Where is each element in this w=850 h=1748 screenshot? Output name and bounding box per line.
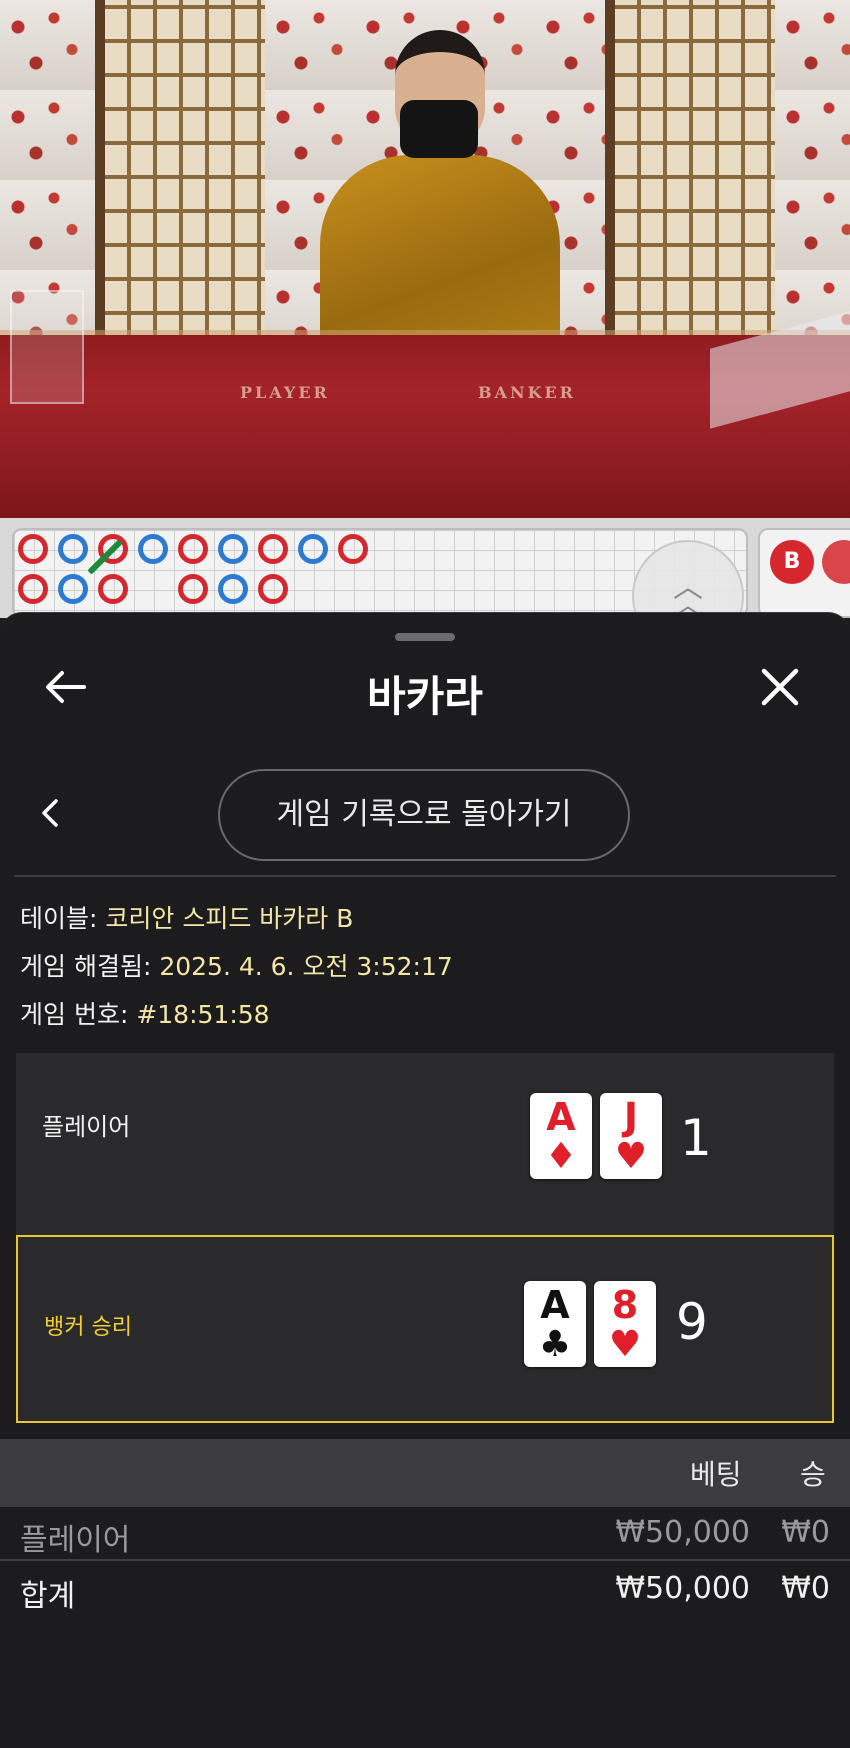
win-column-header: 승 [800,1458,826,1491]
player-hand-label: 플레이어 [42,1113,131,1141]
banker-bead [258,534,288,564]
banker-bead [98,574,128,604]
resolved-info: 게임 해결됨: 2025. 4. 6. 오전 3:52:17 [20,947,453,983]
player-bead [138,534,168,564]
banker-win-label: 뱅커 승리 [44,1315,132,1340]
banker-bead [18,574,48,604]
wall-mural [775,0,850,345]
lattice-screen-left [95,0,275,345]
player-score: 1 [680,1109,712,1167]
resolved-info-label: 게임 해결됨: [20,952,152,981]
game-history-sheet: 바카라 게임 기록으로 돌아가기 테이블: 코리안 스피드 바카라 B 게임 해… [0,612,850,1748]
banker-bead-icon [822,540,850,584]
live-video-feed: PLAYER BANKER [0,0,850,518]
divider [14,875,836,877]
table-row: 플레이어 ₩50,000 ₩0 [0,1507,850,1561]
player-hand-panel: 플레이어 A ♦ J ♥ 1 [16,1053,834,1238]
dealer-body [320,155,560,355]
playing-card: 8 ♥ [594,1281,656,1367]
card-rank: J [623,1095,639,1139]
player-bead [218,534,248,564]
heart-suit-icon: ♥ [608,1324,642,1365]
player-bead [298,534,328,564]
game-number-value: #18:51:58 [136,1000,270,1029]
playing-card: A ♣ [524,1281,586,1367]
card-rank: A [540,1283,570,1327]
chevron-left-icon[interactable] [38,793,62,833]
bet-column-header: 베팅 [690,1458,742,1491]
drag-handle[interactable] [395,633,455,641]
back-to-history-button[interactable]: 게임 기록으로 돌아가기 [218,769,630,861]
bet-name: 플레이어 [20,1523,131,1558]
banker-bead [18,534,48,564]
felt-player-label: PLAYER [240,383,330,402]
playing-card: J ♥ [600,1093,662,1179]
banker-bead [178,574,208,604]
player-bead [218,574,248,604]
big-road-preview[interactable]: B [758,528,850,618]
discard-tray [10,290,84,404]
close-icon[interactable] [758,665,802,709]
banker-score: 9 [676,1293,708,1351]
banker-hand-panel: 뱅커 승리 A ♣ 8 ♥ 9 [16,1235,834,1423]
win-amount: ₩0 [781,1515,830,1550]
table-info: 테이블: 코리안 스피드 바카라 B [20,899,353,935]
card-rank: A [546,1095,576,1139]
table-info-label: 테이블: [20,904,98,933]
player-bead [58,534,88,564]
playing-card: A ♦ [530,1093,592,1179]
banker-bead [338,534,368,564]
bet-table-header: 베팅 승 [0,1439,850,1507]
card-rank: 8 [611,1283,639,1327]
total-win-amount: ₩0 [781,1571,830,1606]
table-info-value: 코리안 스피드 바카라 B [105,904,354,933]
player-bead [58,574,88,604]
bet-amount: ₩50,000 [615,1515,750,1550]
felt-banker-label: BANKER [478,383,576,402]
game-number-label: 게임 번호: [20,1000,129,1029]
heart-suit-icon: ♥ [614,1136,648,1177]
lattice-screen-right [605,0,785,345]
banker-bead-icon: B [770,540,814,584]
game-number-info: 게임 번호: #18:51:58 [20,995,270,1031]
banker-bead [258,574,288,604]
total-label: 합계 [20,1579,76,1614]
total-row: 합계 ₩50,000 ₩0 [0,1563,850,1617]
diamond-suit-icon: ♦ [544,1136,578,1177]
page-title: 바카라 [367,672,483,721]
banker-bead [178,534,208,564]
dealer-mask [400,100,478,158]
club-suit-icon: ♣ [538,1324,572,1365]
total-bet-amount: ₩50,000 [615,1571,750,1606]
resolved-info-value: 2025. 4. 6. 오전 3:52:17 [159,952,453,981]
